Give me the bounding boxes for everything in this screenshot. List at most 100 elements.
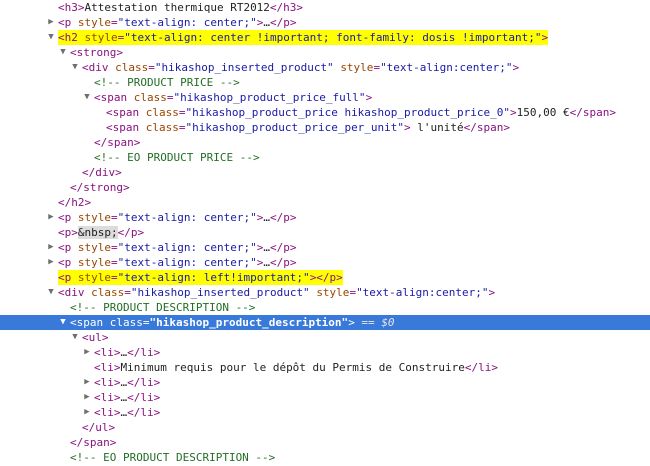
attr-value: "hikashop_product_price_per_unit" <box>185 121 405 134</box>
text-node <box>71 211 78 224</box>
tag-token: <p> <box>58 226 78 239</box>
dom-node-row[interactable]: ▶ <li>…</li> <box>0 390 650 405</box>
dom-node-row[interactable]: </span> <box>0 135 650 150</box>
dom-node-row[interactable]: <span class="hikashop_product_price_per_… <box>0 120 650 135</box>
attr-value: "hikashop_inserted_product" <box>154 61 334 74</box>
node-markup: <p style="text-align: center;">…</p> <box>58 240 296 255</box>
node-markup: <li>…</li> <box>94 345 160 360</box>
text-node <box>71 241 78 254</box>
collapse-arrow-icon[interactable]: ▼ <box>70 330 80 345</box>
tag-token: <p <box>58 271 72 284</box>
tag-token: > <box>488 286 496 299</box>
collapse-arrow-icon[interactable]: ▼ <box>58 45 68 60</box>
tag-token: = <box>142 316 150 329</box>
elements-tree[interactable]: <h3>Attestation thermique RT2012</h3> ▶ <p… <box>0 0 650 466</box>
node-markup: </strong> <box>70 180 130 195</box>
tag-token: <span <box>106 121 140 134</box>
attr-value: "text-align: left!important;" <box>117 271 310 284</box>
attr-name: style <box>316 286 350 299</box>
node-markup: </h2> <box>58 195 91 210</box>
comment-node: <!-- PRODUCT DESCRIPTION --> <box>70 301 256 314</box>
attr-name: class <box>91 286 125 299</box>
text-node: … <box>263 256 270 269</box>
dom-node-row[interactable]: ▼ <div class="hikashop_inserted_product" … <box>0 285 650 300</box>
node-markup: <div class="hikashop_inserted_product" s… <box>82 60 519 75</box>
dom-node-row[interactable]: <!-- EO PRODUCT DESCRIPTION --> <box>0 450 650 465</box>
tag-token: <li> <box>94 391 121 404</box>
expand-arrow-icon[interactable]: ▶ <box>82 405 92 420</box>
dom-node-row[interactable]: ▼ <span class="hikashop_product_price_ful… <box>0 90 650 105</box>
dom-node-row[interactable]: ▼ <ul> <box>0 330 650 345</box>
dom-node-row[interactable]: ▶ <p style="text-align: center;">…</p> <box>0 15 650 30</box>
dom-node-row[interactable]: <!-- EO PRODUCT PRICE --> <box>0 150 650 165</box>
attr-name: class <box>145 106 179 119</box>
dom-node-row[interactable]: ▼ <strong> <box>0 45 650 60</box>
attr-name: style <box>77 211 111 224</box>
node-markup: <strong> <box>70 45 123 60</box>
node-markup: <div class="hikashop_inserted_product" s… <box>58 285 495 300</box>
dom-node-row[interactable]: ▶ <p style="text-align: center;">…</p> <box>0 240 650 255</box>
tag-token: </li> <box>127 346 161 359</box>
expand-arrow-icon[interactable]: ▶ <box>82 345 92 360</box>
node-markup: <!-- EO PRODUCT PRICE --> <box>94 150 260 165</box>
dom-node-row[interactable]: </div> <box>0 165 650 180</box>
tag-token: = <box>111 211 118 224</box>
text-node <box>71 271 78 284</box>
dom-node-row[interactable]: ▶ <li>…</li> <box>0 375 650 390</box>
attr-value: "text-align: center;" <box>117 211 257 224</box>
tag-token: </h3> <box>269 1 304 14</box>
dom-node-row[interactable]: ▶ <li>…</li> <box>0 345 650 360</box>
text-node <box>103 316 110 329</box>
dom-node-row[interactable]: </strong> <box>0 180 650 195</box>
dom-node-row[interactable]: <p style="text-align: left!important;"><… <box>0 270 650 285</box>
text-node: Minimum requis pour le dépôt du Permis d… <box>120 361 465 374</box>
dom-node-row[interactable]: </h2> <box>0 195 650 210</box>
tag-token: <h3> <box>58 1 85 14</box>
dom-node-row[interactable]: </ul> <box>0 420 650 435</box>
dom-node-row[interactable]: <span class="hikashop_product_price hika… <box>0 105 650 120</box>
node-markup: <h3>Attestation thermique RT2012</h3> <box>58 0 303 15</box>
selected-dom-node[interactable]: ▼ <span class="hikashop_product_descripti… <box>0 315 650 330</box>
dom-node-row[interactable]: <li>Minimum requis pour le dépôt du Perm… <box>0 360 650 375</box>
attr-value: "text-align: center;" <box>117 256 257 269</box>
tag-token: </p> <box>269 16 297 29</box>
expand-arrow-icon[interactable]: ▶ <box>82 390 92 405</box>
dom-node-row[interactable]: <!-- PRODUCT PRICE --> <box>0 75 650 90</box>
tag-token: > <box>510 106 517 119</box>
expand-arrow-icon[interactable]: ▶ <box>82 375 92 390</box>
collapse-arrow-icon[interactable]: ▼ <box>46 30 56 45</box>
tag-token: </li> <box>127 391 161 404</box>
dom-node-row[interactable]: <!-- PRODUCT DESCRIPTION --> <box>0 300 650 315</box>
collapse-arrow-icon[interactable]: ▼ <box>70 60 80 75</box>
attr-value: "text-align:center;" <box>380 61 513 74</box>
node-markup: <li>…</li> <box>94 405 160 420</box>
attr-value: "text-align: center;" <box>117 241 257 254</box>
attr-name: class <box>133 91 167 104</box>
node-markup: <span class="hikashop_product_price_full… <box>94 90 372 105</box>
tag-token: <h2 <box>58 31 78 44</box>
dom-node-row[interactable]: ▶ <p style="text-align: center;">…</p> <box>0 255 650 270</box>
dom-node-row[interactable]: ▼ <h2 style="text-align: center !importan… <box>0 30 650 45</box>
node-markup: <li>Minimum requis pour le dépôt du Perm… <box>94 360 498 375</box>
text-node <box>127 91 134 104</box>
dom-node-row[interactable]: ▶ <p style="text-align: center;">…</p> <box>0 210 650 225</box>
expand-arrow-icon[interactable]: ▶ <box>46 15 56 30</box>
dom-node-row[interactable]: </span> <box>0 435 650 450</box>
entity-text: &nbsp; <box>77 226 118 239</box>
dom-node-row[interactable]: <h3>Attestation thermique RT2012</h3> <box>0 0 650 15</box>
collapse-arrow-icon[interactable]: ▼ <box>46 285 56 300</box>
text-node <box>139 121 146 134</box>
expand-arrow-icon[interactable]: ▶ <box>46 210 56 225</box>
expand-arrow-icon[interactable]: ▶ <box>46 255 56 270</box>
tag-token: > <box>404 121 411 134</box>
dom-node-row[interactable]: ▶ <li>…</li> <box>0 405 650 420</box>
dom-node-row[interactable]: ▼ <div class="hikashop_inserted_product" … <box>0 60 650 75</box>
collapse-arrow-icon[interactable]: ▼ <box>82 90 92 105</box>
dom-node-row[interactable]: <p>&nbsp;</p> <box>0 225 650 240</box>
expand-arrow-icon[interactable]: ▶ <box>46 240 56 255</box>
tag-token: = <box>111 256 118 269</box>
tag-token: > <box>348 316 355 329</box>
tag-token: <strong> <box>70 46 123 59</box>
tag-token: </span> <box>70 436 117 449</box>
collapse-arrow-icon[interactable]: ▼ <box>58 315 68 330</box>
